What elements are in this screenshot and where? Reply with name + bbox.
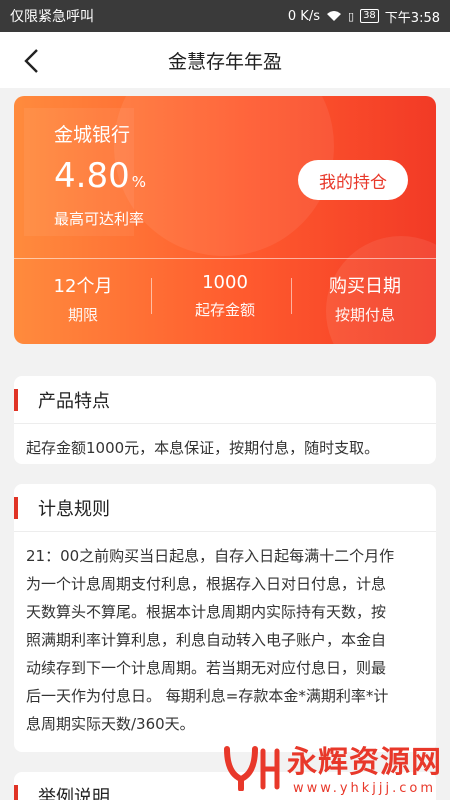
features-text: 起存金额1000元，本息保证，按期付息，随时支取。: [26, 439, 380, 457]
interest-rules-card: 计息规则 21：00之前购买当日起息，自存入日起每满十二个月作 为一个计息周期支…: [14, 484, 436, 752]
rule-line: 息周期实际天数/360天。: [26, 715, 195, 733]
rate-label: 最高可达利率: [54, 210, 145, 228]
carrier-text: 仅限紧急呼叫: [10, 9, 94, 25]
rule-line: 照满期利率计算利息，利息自动转入电子账户，本金自: [26, 631, 387, 649]
watermark-url: www.yhkjjj.com: [292, 781, 437, 796]
stat-value: 1000: [202, 272, 248, 293]
card-title: 计息规则: [38, 498, 110, 520]
watermark-title: 永辉资源网: [287, 745, 442, 780]
wifi-icon: [327, 11, 341, 21]
rate-value: 4.80: [54, 156, 130, 196]
divider: [14, 258, 436, 259]
network-speed: 0 K/s: [287, 8, 320, 24]
stat-label: 起存金额: [194, 301, 255, 319]
rate-unit: %: [131, 173, 146, 191]
bank-name: 金城银行: [54, 124, 131, 146]
battery-icon: 38: [360, 9, 379, 23]
stat-label: 按期付息: [334, 306, 395, 324]
status-bar: 仅限紧急呼叫 0 K/s ▯ 38 下午3:58: [0, 0, 450, 32]
watermark-text: 永辉资源网 www.yhkjjj.com: [287, 737, 442, 796]
rule-line: 为一个计息周期支付利息，根据存入日对日付息，计息: [26, 575, 387, 593]
card-title: 产品特点: [38, 390, 110, 412]
accent-bar: [14, 784, 18, 800]
stat-min-deposit: 1000 起存金额: [156, 272, 294, 320]
stat-payment: 购买日期 按期付息: [296, 272, 434, 325]
rule-line: 动续存到下一个计息周期。若当期无对应付息日，则最: [26, 659, 387, 677]
stat-term: 12个月 期限: [14, 272, 152, 325]
page-title: 金慧存年年盈: [167, 50, 282, 73]
status-icons: 0 K/s ▯ 38 下午3:58: [288, 7, 440, 26]
card-title: 举例说明: [38, 786, 110, 800]
my-holdings-button[interactable]: 我的持仓: [298, 160, 408, 200]
card-header: 计息规则: [14, 484, 436, 532]
divider: [291, 278, 292, 314]
sim-icon: ▯: [348, 9, 355, 23]
back-button[interactable]: [14, 44, 48, 78]
accent-bar: [14, 496, 18, 519]
stat-value: 12个月: [53, 276, 113, 297]
interest-rate: 4.80%: [54, 156, 146, 196]
stat-value: 购买日期: [329, 276, 401, 297]
nav-bar: 金慧存年年盈: [0, 32, 450, 88]
clock: 下午3:58: [384, 10, 440, 26]
card-header: 产品特点: [14, 376, 436, 424]
features-card: 产品特点 起存金额1000元，本息保证，按期付息，随时支取。: [14, 376, 436, 464]
watermark-logo-icon: [224, 745, 280, 791]
chevron-left-icon: [24, 49, 38, 73]
rule-line: 后一天作为付息日。 每期利息=存款本金*满期利率*计: [26, 687, 389, 705]
rule-line: 21：00之前购买当日起息，自存入日起每满十二个月作: [26, 547, 395, 565]
accent-bar: [14, 388, 18, 411]
product-hero-card: 金城银行 4.80% 最高可达利率 我的持仓 12个月 期限 1000 起存金额…: [14, 96, 436, 344]
watermark: 永辉资源网 www.yhkjjj.com: [221, 737, 442, 796]
rule-line: 天数算头不算尾。根据本计息周期内实际持有天数，按: [26, 603, 387, 621]
divider: [151, 278, 152, 314]
interest-rules-text: 21：00之前购买当日起息，自存入日起每满十二个月作 为一个计息周期支付利息，根…: [14, 532, 436, 748]
stat-label: 期限: [67, 306, 98, 324]
